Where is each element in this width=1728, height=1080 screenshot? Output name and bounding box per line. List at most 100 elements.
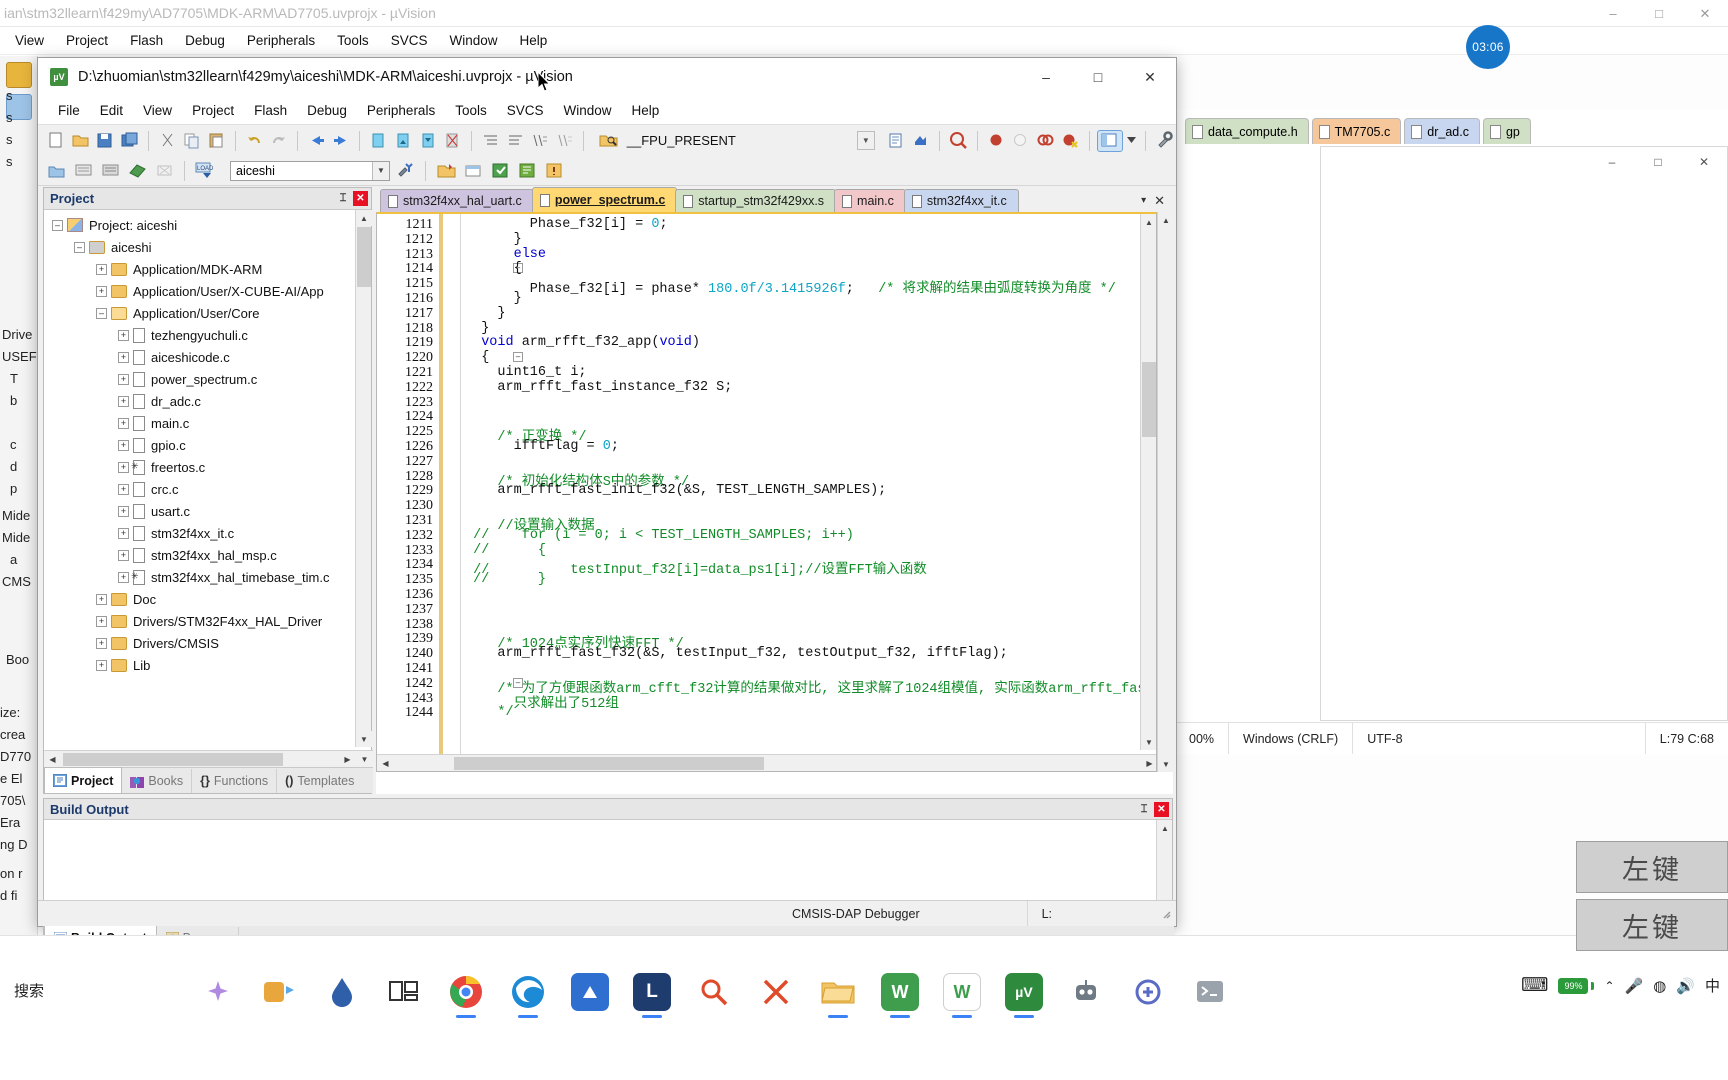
tree-item[interactable]: – Application/User/Core [44, 302, 357, 324]
wps-white-icon[interactable]: W [934, 964, 990, 1020]
code-hscrollbar[interactable]: ◀ ▶ [377, 754, 1156, 771]
bg-menu-view[interactable]: View [4, 29, 55, 52]
magnifier-icon[interactable] [947, 130, 970, 152]
expand-icon[interactable]: + [118, 483, 129, 495]
wifi-icon[interactable]: ◍ [1653, 977, 1666, 995]
bg-tab-dr-ad-c[interactable]: dr_ad.c [1404, 118, 1480, 144]
scroll-up-icon[interactable]: ▲ [356, 210, 372, 226]
foreground-titlebar[interactable]: µV D:\zhuomian\stm32llearn\f429my\aicesh… [38, 58, 1176, 96]
bg-menu-project[interactable]: Project [55, 29, 119, 52]
bg-menu-window[interactable]: Window [438, 29, 508, 52]
target-dropdown-arrow-icon[interactable]: ▼ [372, 161, 389, 180]
menu-view[interactable]: View [133, 99, 182, 122]
bg-menu-tools[interactable]: Tools [326, 29, 380, 52]
tree-item[interactable]: + dr_adc.c [44, 390, 357, 412]
expand-icon[interactable]: + [118, 549, 129, 561]
code-folding-column[interactable]: – – – [443, 214, 523, 771]
task-view-icon[interactable] [376, 964, 432, 1020]
tree-item[interactable]: + stm32f4xx_hal_msp.c [44, 544, 357, 566]
undo-icon[interactable] [243, 130, 266, 152]
scroll-right-icon[interactable]: ▶ [1141, 755, 1156, 771]
app-blue-icon[interactable] [562, 964, 618, 1020]
find-in-files-icon[interactable] [597, 130, 621, 152]
tree-item[interactable]: + aiceshicode.c [44, 346, 357, 368]
bookmark-prev-icon[interactable] [392, 130, 415, 152]
scroll-up-icon[interactable]: ▲ [1157, 820, 1173, 836]
code-vscrollbar[interactable]: ▲ ▼ [1140, 214, 1156, 750]
tree-item[interactable]: + stm32f4xx_hal_timebase_tim.c [44, 566, 357, 588]
bg-tab-data-compute-h[interactable]: data_compute.h [1185, 118, 1309, 144]
code-editor[interactable]: 1211 1212 1213 1214 1215 1216 1217 1218 1219 1220… [376, 212, 1157, 772]
tab-templates[interactable]: () Templates [277, 769, 362, 793]
tree-item[interactable]: + tezhengyuchuli.c [44, 324, 357, 346]
breakpoint-kill-all-icon[interactable] [1059, 130, 1082, 152]
menu-debug[interactable]: Debug [297, 99, 357, 122]
copy-icon[interactable] [180, 130, 203, 152]
bg-menu-debug[interactable]: Debug [174, 29, 236, 52]
tree-item[interactable]: + Application/MDK-ARM [44, 258, 357, 280]
manage-run-time-icon[interactable] [488, 160, 512, 182]
find-symbol-icon[interactable] [885, 130, 908, 152]
close-icon[interactable]: ✕ [353, 191, 368, 206]
menu-file[interactable]: File [48, 99, 90, 122]
outdent-icon[interactable] [504, 130, 527, 152]
expand-icon[interactable]: + [118, 571, 129, 583]
bookmark-clear-icon[interactable] [441, 130, 464, 152]
sparkle-icon[interactable] [190, 964, 246, 1020]
project-tree-hscrollbar[interactable]: ◀ ▶ ▼ [44, 750, 373, 767]
collapse-icon[interactable]: – [52, 219, 63, 231]
ai-tool-icon[interactable] [1120, 964, 1176, 1020]
navigate-back-icon[interactable] [305, 130, 328, 152]
cut-icon[interactable] [156, 130, 179, 152]
scroll-down-icon[interactable]: ▼ [1158, 756, 1174, 772]
ime-indicator[interactable]: 中 [1705, 975, 1720, 996]
tab-books[interactable]: Books [122, 769, 193, 793]
bg-close-button[interactable]: ✕ [1682, 0, 1728, 27]
expand-icon[interactable]: + [96, 615, 107, 627]
build-output-vscrollbar[interactable]: ▲ ▼ [1156, 820, 1172, 911]
tab-list-dropdown-icon[interactable]: ▾ [1141, 195, 1146, 206]
expand-icon[interactable]: + [118, 373, 129, 385]
target-select[interactable]: aiceshi ▼ [230, 160, 390, 181]
batch-build-icon[interactable] [125, 160, 149, 182]
battery-status[interactable]: 99% [1558, 977, 1595, 994]
tree-item[interactable]: + freertos.c [44, 456, 357, 478]
bg-tool-icon-1[interactable] [5, 62, 32, 88]
new-file-icon[interactable] [44, 130, 67, 152]
bg-inner-close-button[interactable]: ✕ [1681, 147, 1727, 177]
expand-icon[interactable]: + [96, 593, 107, 605]
navigate-forward-icon[interactable] [330, 130, 353, 152]
menu-edit[interactable]: Edit [90, 99, 133, 122]
breakpoint-disable-all-icon[interactable] [1034, 130, 1057, 152]
tree-item[interactable]: + crc.c [44, 478, 357, 500]
save-all-icon[interactable] [118, 130, 141, 152]
chevron-up-icon[interactable]: ⌃ [1604, 979, 1614, 993]
tree-item[interactable]: + Drivers/STM32F4xx_HAL_Driver [44, 610, 357, 632]
tab-close-icon[interactable]: ✕ [1154, 193, 1165, 209]
search-red-icon[interactable] [686, 964, 742, 1020]
build-output-text[interactable] [44, 820, 1158, 911]
stop-build-icon[interactable] [152, 160, 176, 182]
editor-tab-stm32f4xx-it-c[interactable]: stm32f4xx_it.c [903, 189, 1019, 212]
chrome-icon[interactable] [438, 964, 494, 1020]
expand-icon[interactable]: + [118, 329, 129, 341]
scroll-thumb[interactable] [357, 227, 371, 287]
bg-menu-peripherals[interactable]: Peripherals [236, 29, 326, 52]
bg-menu-help[interactable]: Help [508, 29, 558, 52]
pack-installer-icon[interactable] [461, 160, 485, 182]
tree-item[interactable]: + Drivers/CMSIS [44, 632, 357, 654]
edge-icon[interactable] [500, 964, 556, 1020]
menu-window[interactable]: Window [553, 99, 621, 122]
water-drop-icon[interactable] [314, 964, 370, 1020]
keil-uvision-icon[interactable]: µV [996, 964, 1052, 1020]
scroll-left-icon[interactable]: ◀ [44, 751, 61, 767]
expand-icon[interactable]: + [118, 351, 129, 363]
browse-symbol-icon[interactable] [910, 130, 933, 152]
expand-icon[interactable]: + [96, 637, 107, 649]
editor-tab-startup-stm32f429xx-s[interactable]: startup_stm32f429xx.s [675, 189, 837, 212]
expand-icon[interactable]: + [96, 285, 107, 297]
indent-icon[interactable] [479, 130, 502, 152]
open-file-icon[interactable] [69, 130, 92, 152]
scroll-right-icon[interactable]: ▶ [339, 751, 356, 767]
copilot-icon[interactable] [252, 964, 308, 1020]
